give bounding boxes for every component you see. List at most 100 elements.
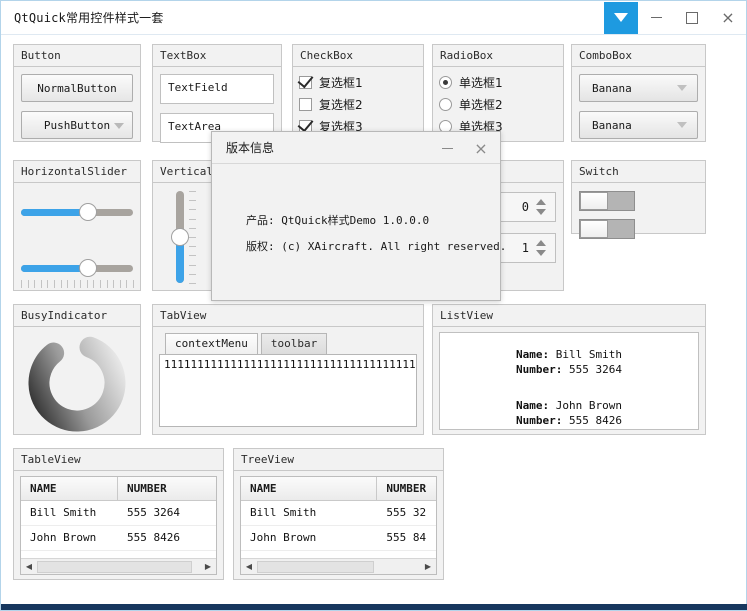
table-horizontal-scrollbar[interactable]: ◀ ▶ [21, 558, 216, 574]
group-body-switch [572, 183, 705, 247]
triangle-down-icon [614, 13, 628, 22]
spinner-down-icon[interactable] [536, 250, 546, 256]
radio-item-1[interactable]: 单选框1 [439, 71, 557, 93]
tree-row[interactable]: Bill Smith 555 32 [241, 501, 436, 526]
spinner-ring-icon [14, 327, 132, 445]
table-column-header-number[interactable]: NUMBER [118, 477, 216, 501]
group-body-treeview: NAME NUMBER Bill Smith 555 32 John Brown… [234, 471, 443, 581]
tree-column-header-number[interactable]: NUMBER [377, 477, 436, 501]
checkbox-label-1: 复选框1 [319, 75, 363, 90]
tree-cell-number: 555 84 [386, 531, 427, 544]
slider-handle[interactable] [79, 259, 98, 277]
dialog-product-line: 产品: QtQuick样式Demo 1.0.0.0 [246, 214, 430, 227]
push-button-label: PushButton [43, 118, 111, 132]
slider-fill [21, 265, 85, 272]
switch-handle[interactable] [580, 192, 608, 210]
tableview-container[interactable]: NAME NUMBER Bill Smith 555 3264 John Bro… [20, 476, 217, 575]
dialog-close-button[interactable]: × [466, 132, 496, 164]
listview-container[interactable]: Name: Bill Smith Number: 555 3264 Name: … [439, 332, 699, 430]
title-bar: QtQuick常用控件样式一套 × [1, 1, 746, 35]
group-tabview: TabView contextMenu toolbar 111111111111… [152, 304, 424, 435]
push-button[interactable]: PushButton [21, 111, 133, 139]
horizontal-slider-2[interactable] [21, 257, 133, 279]
list-item-name-row: Name: John Brown [440, 398, 698, 413]
switch-1[interactable] [579, 191, 635, 211]
list-item-number: 555 3264 [569, 363, 622, 376]
arrow-right-icon[interactable]: ▶ [200, 559, 216, 574]
list-item-name-row: Name: Bill Smith [440, 347, 698, 362]
table-row[interactable]: Bill Smith 555 3264 [21, 501, 216, 526]
table-column-header-name[interactable]: NAME [21, 477, 119, 501]
name-label: Name: [516, 399, 550, 412]
slider-handle[interactable] [79, 203, 98, 221]
scrollbar-thumb[interactable] [37, 560, 192, 573]
scrollbar-trough[interactable] [257, 559, 420, 574]
spinbox-2-value: 1 [521, 241, 529, 255]
horizontal-slider-1[interactable] [21, 201, 133, 223]
combobox-2-value: Banana [592, 118, 632, 132]
spinner-down-icon[interactable] [536, 209, 546, 215]
group-switch: Switch [571, 160, 706, 239]
group-title-verticalslider: VerticalSl [153, 161, 213, 183]
number-label: Number: [516, 414, 563, 427]
tab-contextmenu[interactable]: contextMenu [165, 333, 258, 354]
combobox-1[interactable]: Banana [579, 74, 698, 102]
chevron-down-icon [677, 122, 687, 128]
spinner-up-icon[interactable] [536, 240, 546, 246]
version-info-dialog: 版本信息 × 产品: QtQuick样式Demo 1.0.0.0 版权: (c)… [211, 131, 507, 301]
checkbox-item-2[interactable]: 复选框2 [299, 93, 417, 115]
normal-button[interactable]: NormalButton [21, 74, 133, 102]
tab-toolbar[interactable]: toolbar [260, 333, 328, 354]
menu-dropdown-button[interactable] [604, 1, 638, 34]
slider-handle[interactable] [171, 228, 189, 246]
combobox-1-value: Banana [592, 81, 632, 95]
name-label: Name: [516, 348, 550, 361]
switch-2[interactable] [579, 219, 635, 239]
vertical-slider[interactable] [167, 191, 196, 284]
dialog-copyright-line: 版权: (c) XAircraft. All right reserved. [246, 240, 507, 253]
scrollbar-trough[interactable] [37, 559, 200, 574]
spinner-up-icon[interactable] [536, 199, 546, 205]
group-body-listview: Name: Bill Smith Number: 555 3264 Name: … [433, 327, 705, 436]
tree-cell-name: Bill Smith [250, 506, 317, 519]
text-field-input[interactable]: TextField [160, 74, 274, 104]
treeview-container[interactable]: NAME NUMBER Bill Smith 555 32 John Brown… [240, 476, 437, 575]
tree-row[interactable]: John Brown 555 84 [241, 526, 436, 551]
group-body-tableview: NAME NUMBER Bill Smith 555 3264 John Bro… [14, 471, 223, 581]
group-textbox: TextBox TextField TextArea [152, 44, 282, 143]
maximize-button[interactable] [674, 2, 710, 34]
dialog-title-bar: 版本信息 × [212, 132, 500, 164]
switch-handle[interactable] [580, 220, 608, 238]
group-title-textbox: TextBox [153, 45, 281, 67]
list-item[interactable]: Name: Bill Smith Number: 555 3264 [440, 347, 698, 377]
slider-fill [176, 239, 184, 283]
list-item[interactable]: Name: John Brown Number: 555 8426 [440, 398, 698, 428]
scrollbar-thumb[interactable] [257, 560, 375, 573]
radio-label-1: 单选框1 [459, 75, 503, 90]
tree-horizontal-scrollbar[interactable]: ◀ ▶ [241, 558, 436, 574]
arrow-left-icon[interactable]: ◀ [241, 559, 257, 574]
group-horizontalslider: HorizontalSlider [13, 160, 141, 291]
minimize-button[interactable] [638, 2, 674, 34]
group-busyindicator: BusyIndicator [13, 304, 141, 435]
arrow-right-icon[interactable]: ▶ [420, 559, 436, 574]
group-title-treeview: TreeView [234, 449, 443, 471]
spinner-ring-svg [28, 334, 126, 432]
group-body-checkbox: 复选框1 复选框2 复选框3 [293, 67, 423, 141]
table-header-row: NAME NUMBER [21, 477, 216, 501]
checkbox-item-1[interactable]: 复选框1 [299, 71, 417, 93]
group-title-combobox: ComboBox [572, 45, 705, 67]
arrow-left-icon[interactable]: ◀ [21, 559, 37, 574]
table-row[interactable]: John Brown 555 8426 [21, 526, 216, 551]
tree-column-header-name[interactable]: NAME [241, 477, 378, 501]
tab-panel-content[interactable]: 1111111111111111111111111111111111111111… [159, 354, 417, 427]
group-combobox: ComboBox Banana Banana [571, 44, 706, 142]
slider-spacer [21, 223, 133, 257]
combobox-2[interactable]: Banana [579, 111, 698, 139]
list-item-number: 555 8426 [569, 414, 622, 427]
group-tableview: TableView NAME NUMBER Bill Smith 555 326… [13, 448, 224, 580]
close-button[interactable]: × [710, 2, 746, 34]
dialog-minimize-button[interactable] [432, 132, 462, 164]
table-cell-name: John Brown [30, 531, 97, 544]
radio-item-2[interactable]: 单选框2 [439, 93, 557, 115]
